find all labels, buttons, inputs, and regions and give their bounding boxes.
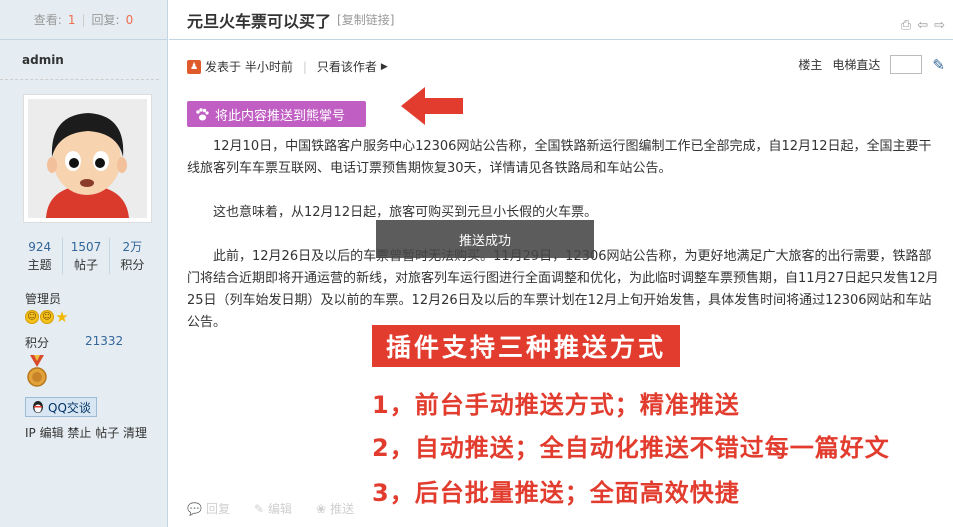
user-role[interactable]: 管理员 <box>25 290 61 307</box>
edit-label: 编辑 <box>268 502 293 516</box>
star-rank-icon: ★ <box>55 308 69 326</box>
paragraph: 12月10日，中国铁路客户服务中心12306网站公告称，全国铁路新运行图编制工作… <box>187 139 932 176</box>
points-stat[interactable]: 2万 积分 <box>110 238 155 274</box>
push-to-xiongzhang-button[interactable]: 将此内容推送到熊掌号 <box>187 101 366 127</box>
qq-penguin-icon <box>33 401 43 413</box>
topics-label: 主题 <box>27 258 52 272</box>
reply-label: 回复 <box>205 502 230 516</box>
views-count: 1 <box>67 12 76 27</box>
only-author-link[interactable]: 只看该作者 <box>317 58 377 75</box>
topics-stat[interactable]: 924 主题 <box>17 238 64 274</box>
author-name[interactable]: admin <box>0 40 159 80</box>
credit-row: 积分 21332 <box>25 334 123 351</box>
medal-icon[interactable] <box>27 355 47 389</box>
rank-stars: ☺ ☺ ★ <box>25 308 69 326</box>
sun-rank-icon: ☺ <box>25 310 39 324</box>
thread-title[interactable]: 元旦火车票可以买了 <box>187 8 331 32</box>
floor-tools: 楼主 电梯直达 ✎ <box>798 55 945 74</box>
push-button-label: 将此内容推送到熊掌号 <box>215 108 346 124</box>
points-label: 积分 <box>120 258 145 272</box>
thread-tools: ⎙ ⇦ ⇨ <box>901 18 945 33</box>
caret-right-icon: ▶ <box>380 61 388 72</box>
sun-rank-icon: ☺ <box>40 310 54 324</box>
promo-line-3: 3，后台批量推送；全面高效快捷 <box>372 479 740 507</box>
avatar-cartoon-icon <box>28 99 147 218</box>
paw-icon <box>196 107 209 120</box>
user-counts: 924 主题 1507 帖子 2万 积分 <box>17 238 155 274</box>
admin-actions[interactable]: IP 编辑 禁止 帖子 清理 <box>25 424 147 441</box>
promo-line-1: 1，前台手动推送方式；精准推送 <box>372 391 740 419</box>
post-actions: 💬 回复 ✎ 编辑 ❀ 推送 <box>187 500 354 517</box>
thread-stats: 查看: 1 | 回复: 0 <box>0 0 167 40</box>
next-thread-icon[interactable]: ⇨ <box>934 18 945 33</box>
push-button[interactable]: ❀ 推送 <box>316 500 354 517</box>
push-label: 推送 <box>330 502 355 516</box>
credit-label: 积分 <box>25 336 50 350</box>
credit-value: 21332 <box>85 334 124 348</box>
jump-label: 电梯直达 <box>832 58 881 72</box>
online-status-icon: ♟ <box>187 59 201 74</box>
post-meta: ♟ 发表于 半小时前 | 只看该作者 ▶ <box>187 58 388 75</box>
paragraph: 此前，12月26日及以后的车票曾暂时无法购买。11月29日，12306网站公告称… <box>187 249 939 330</box>
toast-message: 推送成功 <box>376 220 594 258</box>
posts-stat[interactable]: 1507 帖子 <box>63 238 110 274</box>
points-count: 2万 <box>122 240 143 254</box>
qq-chat-button[interactable]: QQ交谈 <box>25 397 97 417</box>
reply-button[interactable]: 💬 回复 <box>187 500 230 517</box>
floor-jump-input[interactable] <box>890 55 923 74</box>
thread-title-bar: 元旦火车票可以买了 [复制链接] <box>169 0 953 40</box>
posted-time: 发表于 半小时前 <box>205 60 293 74</box>
edit-icon: ✎ <box>253 501 265 516</box>
wrench-icon[interactable]: ✎ <box>932 56 945 74</box>
views-label: 查看: <box>33 13 62 27</box>
floor-label: 楼主 <box>798 58 823 72</box>
avatar[interactable] <box>23 94 152 223</box>
prev-thread-icon[interactable]: ⇦ <box>917 18 928 33</box>
print-icon[interactable]: ⎙ <box>901 18 911 33</box>
user-sidebar: 查看: 1 | 回复: 0 admin 924 主题 1507 帖子 2万 积分… <box>0 0 168 527</box>
topics-count: 924 <box>28 240 52 254</box>
replies-label: 回复: <box>91 13 120 27</box>
paw-small-icon: ❀ <box>316 501 327 516</box>
promo-title: 插件支持三种推送方式 <box>372 325 681 367</box>
qq-chat-label: QQ交谈 <box>48 400 91 415</box>
replies-count: 0 <box>125 12 134 27</box>
posts-count: 1507 <box>70 240 102 254</box>
posts-label: 帖子 <box>73 258 98 272</box>
post-main: 元旦火车票可以买了 [复制链接] ⎙ ⇦ ⇨ ♟ 发表于 半小时前 | 只看该作… <box>169 0 953 527</box>
edit-button[interactable]: ✎ 编辑 <box>254 500 292 517</box>
red-arrow-icon <box>401 87 463 125</box>
reply-icon: 💬 <box>187 501 202 516</box>
copy-link[interactable]: [复制链接] <box>337 11 394 28</box>
promo-line-2: 2，自动推送；全自动化推送不错过每一篇好文 <box>372 434 890 462</box>
